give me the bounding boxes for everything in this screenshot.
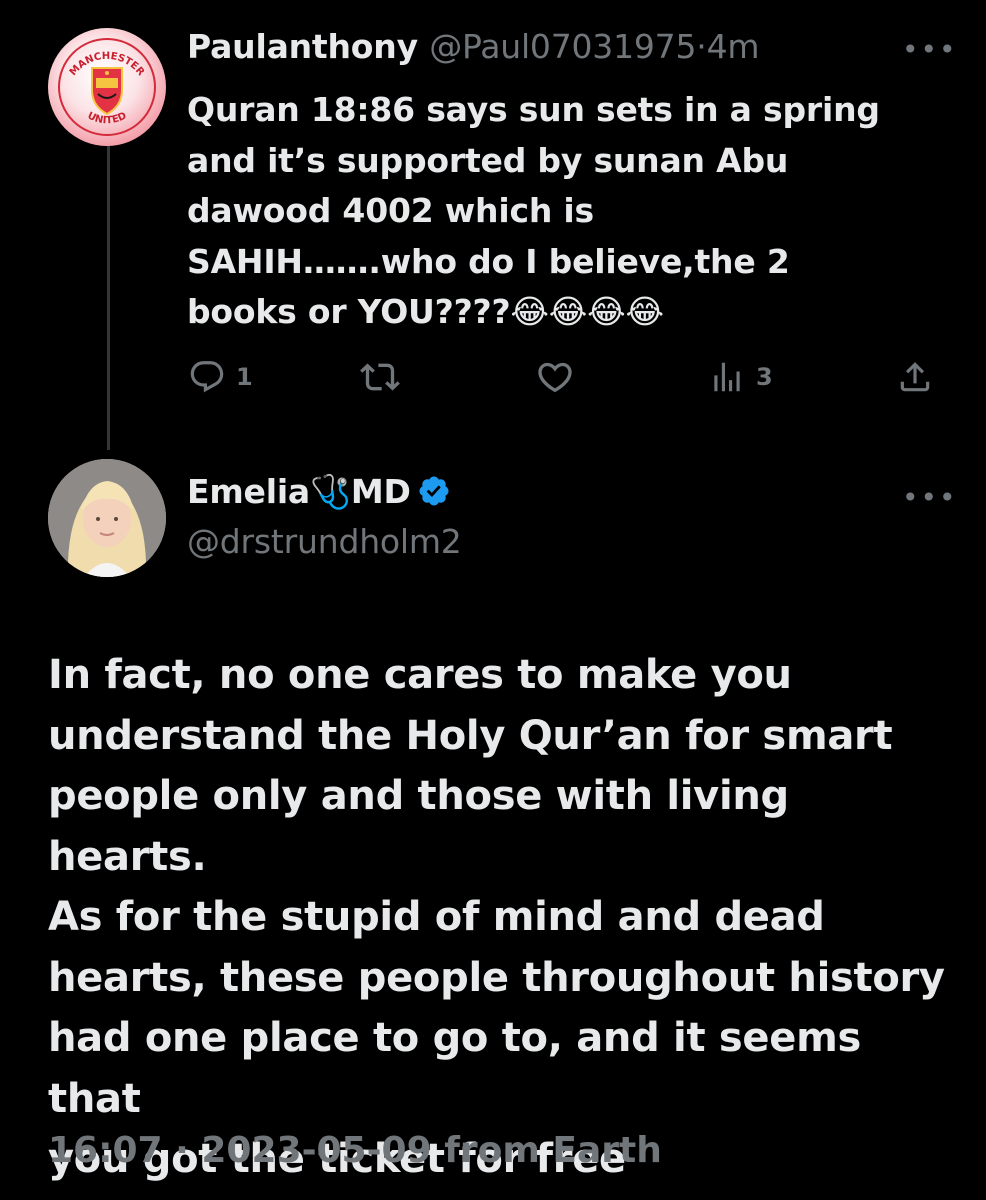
reply-button[interactable]: 1 [188,355,253,399]
manchester-united-crest-icon: MANCHESTER UNITED [58,38,156,136]
views-button[interactable]: 3 [708,355,773,399]
views-count: 3 [756,363,773,391]
reply-tweet-header: Emelia🩺MD [187,472,451,512]
separator: · [175,1130,189,1171]
reply-handle-line: @drstrundholm2 [187,522,462,561]
time-ago[interactable]: 4m [707,27,760,66]
display-name[interactable]: Paulanthony [187,27,418,66]
handle[interactable]: @Paul07031975 [429,27,696,66]
handle[interactable]: @drstrundholm2 [187,522,462,561]
source: from Earth [444,1130,662,1171]
reply-count: 1 [236,363,253,391]
separator: · [696,27,707,66]
retweet-button[interactable] [360,355,410,399]
like-button[interactable] [535,355,585,399]
share-icon [900,362,930,392]
avatar[interactable]: MANCHESTER UNITED [48,28,166,146]
heart-icon [538,362,572,393]
tweet-text: Quran 18:86 says sun sets in a spring an… [187,90,880,331]
more-horizontal-icon[interactable]: ••• [902,36,958,64]
share-button[interactable] [896,355,934,399]
views-icon [714,362,740,392]
time: 16:07 [48,1130,163,1171]
thread-connector-line [107,138,110,450]
avatar[interactable] [48,459,166,577]
reply-icon [190,361,224,393]
display-name[interactable]: Emelia🩺MD [187,472,411,511]
date: 2023-05-09 [201,1130,432,1171]
parent-tweet-header: Paulanthony @Paul07031975·4m [187,27,760,66]
tweet-timestamp[interactable]: 16:07 · 2023-05-09 from Earth [48,1130,662,1171]
tweet-text: In fact, no one cares to make you unders… [48,652,945,1182]
verified-badge-icon [419,475,449,506]
profile-photo-icon [48,459,166,577]
retweet-icon [360,363,400,391]
more-horizontal-icon[interactable]: ••• [902,484,958,512]
